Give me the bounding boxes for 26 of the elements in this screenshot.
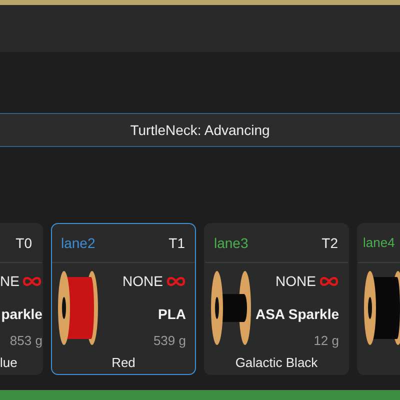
- lane-card[interactable]: lane4: [357, 223, 400, 375]
- material-label: PLA: [158, 305, 186, 324]
- color-name: lue: [0, 354, 18, 372]
- weight-label: 539 g: [153, 332, 186, 350]
- infinity-icon: [22, 276, 42, 286]
- lane-name: lane4: [363, 234, 395, 252]
- weight-label: 853 g: [10, 332, 42, 350]
- infinity-icon: [166, 276, 186, 286]
- material-label: ASA Sparkle: [255, 305, 339, 324]
- infinity-icon: [319, 276, 339, 286]
- color-name: Galactic Black: [235, 354, 318, 372]
- tool-label: T2: [322, 234, 338, 252]
- weight-label: 12 g: [314, 332, 339, 350]
- material-label: parkle: [1, 305, 42, 324]
- status-label: NONE: [276, 272, 316, 290]
- lane-name: lane2: [61, 234, 96, 252]
- tool-label: T1: [168, 234, 185, 252]
- banner-text: TurtleNeck: Advancing: [130, 120, 270, 140]
- lane-card[interactable]: T0 NE parkle 853 g lue: [0, 223, 43, 375]
- lane-card[interactable]: lane3 T2 NONE ASA Sparkle 12 g Galactic Black: [204, 223, 349, 375]
- lane-name: lane3: [214, 234, 248, 252]
- status-label: NE: [0, 272, 20, 290]
- status-label: NONE: [122, 272, 163, 290]
- tool-label: T0: [16, 234, 32, 252]
- lane-card[interactable]: lane2 T1 NONE PLA 539 g Red: [51, 223, 196, 375]
- color-name: Red: [112, 354, 136, 372]
